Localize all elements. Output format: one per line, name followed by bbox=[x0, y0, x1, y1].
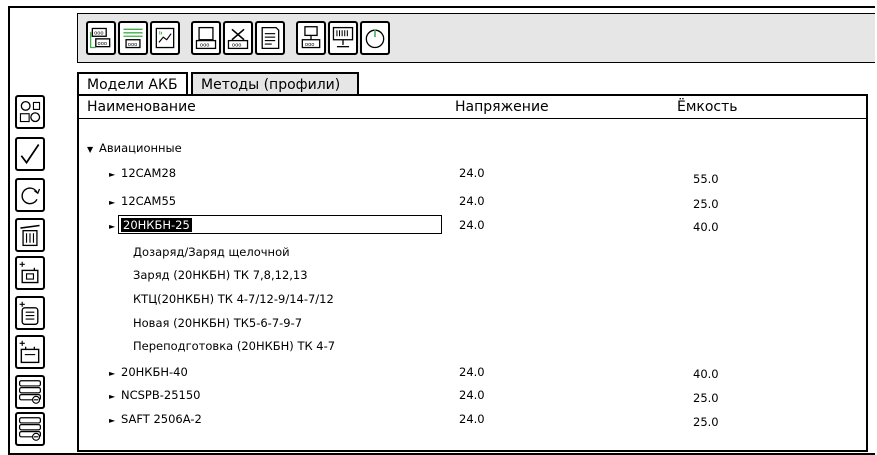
row-voltage: 24.0 bbox=[459, 365, 485, 379]
tree-group[interactable]: ▼ Авиационные bbox=[87, 141, 182, 157]
list-item[interactable]: ► NCSPB-25150 bbox=[109, 388, 201, 404]
row-capacity: 40.0 bbox=[693, 220, 719, 234]
svg-text:ooo: ooo bbox=[200, 43, 210, 49]
add-device-icon[interactable] bbox=[15, 335, 45, 369]
power-icon[interactable] bbox=[360, 21, 390, 55]
method-item[interactable]: Дозаряд/Заряд щелочной bbox=[133, 245, 290, 259]
battery-charger-icon[interactable]: ooo ooo bbox=[86, 21, 116, 55]
battery-tree-table: Наименование Напряжение Ёмкость ▼ Авиацио… bbox=[77, 94, 868, 452]
tab-methods[interactable]: Методы (профили) bbox=[191, 72, 359, 96]
expand-right-icon[interactable]: ► bbox=[109, 367, 121, 381]
trash-icon[interactable] bbox=[15, 218, 45, 252]
column-header-voltage[interactable]: Напряжение bbox=[455, 96, 549, 118]
row-capacity: 55.0 bbox=[693, 172, 719, 186]
list-item[interactable]: ► 12CAM55 bbox=[109, 194, 176, 210]
row-capacity: 25.0 bbox=[693, 415, 719, 429]
row-name: 20НКБН-25 bbox=[121, 218, 192, 232]
row-capacity: 25.0 bbox=[693, 197, 719, 211]
header-divider bbox=[79, 118, 866, 119]
check-icon[interactable] bbox=[15, 137, 45, 171]
row-name: NCSPB-25150 bbox=[121, 388, 201, 402]
device-icon[interactable]: ooo bbox=[191, 21, 221, 55]
add-list-icon[interactable] bbox=[15, 296, 45, 330]
expand-right-icon[interactable]: ► bbox=[109, 196, 121, 210]
expand-right-icon[interactable]: ► bbox=[109, 168, 121, 182]
method-item[interactable]: Переподготовка (20НКБН) ТК 4-7 bbox=[133, 339, 335, 353]
network-device-icon[interactable]: ooo bbox=[296, 21, 326, 55]
svg-text:ooo: ooo bbox=[128, 42, 138, 48]
chart-icon[interactable] bbox=[150, 21, 180, 55]
row-name: 12CAM55 bbox=[121, 194, 177, 208]
method-item[interactable]: Заряд (20НКБН) ТК 7,8,12,13 bbox=[133, 268, 308, 282]
tab-battery-models[interactable]: Модели АКБ bbox=[77, 72, 188, 96]
document-icon[interactable] bbox=[255, 21, 285, 55]
svg-text:ooo: ooo bbox=[94, 31, 104, 37]
group-label: Авиационные bbox=[99, 141, 182, 155]
row-voltage: 24.0 bbox=[459, 218, 485, 232]
row-name: 20НКБН-40 bbox=[121, 365, 188, 379]
add-battery-icon[interactable] bbox=[15, 256, 45, 290]
column-header-name[interactable]: Наименование bbox=[87, 96, 196, 118]
expand-right-icon[interactable]: ► bbox=[109, 220, 121, 234]
list-item[interactable]: ► SAFT 2506A-2 bbox=[109, 412, 202, 428]
top-toolbar: ooo ooo ooo ooo ooo ooo bbox=[77, 13, 875, 63]
row-voltage: 24.0 bbox=[459, 412, 485, 426]
method-item[interactable]: Новая (20НКБН) ТК5-6-7-9-7 bbox=[133, 316, 302, 330]
row-voltage: 24.0 bbox=[459, 388, 485, 402]
method-item[interactable]: КТЦ(20НКБН) ТК 4-7/12-9/14-7/12 bbox=[133, 292, 334, 306]
list-item[interactable]: ► 12CAM28 bbox=[109, 166, 176, 182]
row-name: 12CAM28 bbox=[121, 166, 177, 180]
row-name: SAFT 2506A-2 bbox=[121, 412, 202, 426]
row-capacity: 40.0 bbox=[693, 367, 719, 381]
disconnect-icon[interactable]: ooo bbox=[223, 21, 253, 55]
refresh-icon[interactable] bbox=[15, 178, 45, 212]
row-voltage: 24.0 bbox=[459, 194, 485, 208]
column-header-capacity[interactable]: Ёмкость bbox=[677, 96, 738, 118]
row-voltage: 24.0 bbox=[459, 166, 485, 180]
expand-right-icon[interactable]: ► bbox=[109, 390, 121, 404]
battery-list-icon[interactable]: ooo bbox=[118, 21, 148, 55]
stack-remove-icon-2[interactable] bbox=[15, 412, 45, 446]
expand-right-icon[interactable]: ► bbox=[109, 414, 121, 428]
search-battery-icon[interactable] bbox=[15, 95, 45, 129]
list-item[interactable]: ► 20НКБН-40 bbox=[109, 365, 188, 381]
svg-text:ooo: ooo bbox=[305, 42, 315, 48]
list-item-selected[interactable]: ► 20НКБН-25 bbox=[109, 218, 192, 234]
svg-text:ooo: ooo bbox=[98, 41, 108, 47]
terminal-icon[interactable] bbox=[328, 21, 358, 55]
stack-remove-icon[interactable] bbox=[15, 375, 45, 409]
svg-text:ooo: ooo bbox=[232, 43, 242, 49]
expand-down-icon[interactable]: ▼ bbox=[87, 143, 99, 157]
row-capacity: 25.0 bbox=[693, 391, 719, 405]
